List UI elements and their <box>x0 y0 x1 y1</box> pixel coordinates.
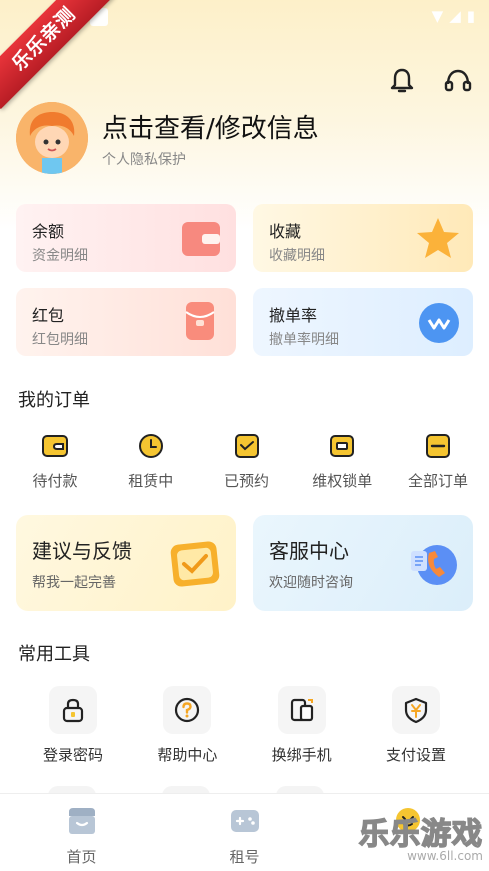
tab-rent-account[interactable]: 租号 <box>163 794 326 871</box>
orders-section-title: 我的订单 <box>18 390 90 411</box>
wifi-icon: ▼ <box>431 7 444 25</box>
order-label: 租赁中 <box>128 472 174 490</box>
signal-icon: ◢ <box>449 7 461 25</box>
profile-header[interactable]: 点击查看/修改信息 个人隐私保护 <box>16 102 319 174</box>
lock-order-icon <box>330 435 355 457</box>
red-envelope-card[interactable]: 红包 红包明细 <box>16 288 236 356</box>
tool-icon-box <box>277 686 326 734</box>
phone-call-icon <box>411 545 457 585</box>
order-label: 已预约 <box>223 472 269 490</box>
tools-row: 登录密码 帮助中心 换绑手机 支付设置 <box>16 686 473 765</box>
profile-name[interactable]: 点击查看/修改信息 <box>102 108 319 145</box>
watermark: 乐乐游戏 www.6ll.com <box>358 809 483 863</box>
tab-label: 首页 <box>66 848 97 866</box>
shop-icon <box>68 808 95 834</box>
tool-label: 换绑手机 <box>271 746 332 764</box>
star-icon <box>417 218 459 258</box>
gamepad-icon <box>230 810 259 832</box>
tool-label: 支付设置 <box>385 746 446 764</box>
order-label: 维权锁单 <box>312 472 373 490</box>
all-orders-icon <box>426 434 450 458</box>
account-cards: 余额 资金明细 收藏 收藏明细 红包 红包明细 撤单率 撤单率明细 <box>16 204 473 356</box>
order-label: 待付款 <box>32 472 78 490</box>
tool-icon-box <box>163 686 212 734</box>
tool-change-phone[interactable]: 换绑手机 <box>245 686 359 765</box>
profile-text: 点击查看/修改信息 个人隐私保护 <box>102 108 319 169</box>
tools-section-title: 常用工具 <box>18 644 90 665</box>
order-dispute-locked[interactable]: 维权锁单 <box>305 432 379 491</box>
order-label: 全部订单 <box>407 472 468 490</box>
profile-subtitle: 个人隐私保护 <box>102 151 186 168</box>
headset-icon[interactable] <box>443 66 473 96</box>
feedback-check-icon <box>170 541 220 587</box>
favorites-card[interactable]: 收藏 收藏明细 <box>253 204 473 272</box>
balance-card[interactable]: 余额 资金明细 <box>16 204 236 272</box>
customer-service-card[interactable]: 客服中心 欢迎随时咨询 <box>253 515 473 611</box>
tool-login-password[interactable]: 登录密码 <box>16 686 130 765</box>
red-envelope-icon <box>185 302 215 340</box>
avatar[interactable] <box>16 102 88 174</box>
phone-swap-icon <box>290 698 313 722</box>
bell-icon[interactable] <box>387 66 417 96</box>
tool-icon-box <box>391 686 440 734</box>
tool-label: 登录密码 <box>42 746 103 764</box>
orders-row: 待付款 租赁中 已预约 维权锁单 全部订单 <box>18 432 475 491</box>
tool-label: 帮助中心 <box>157 746 218 764</box>
order-pending-payment[interactable]: 待付款 <box>18 432 92 491</box>
top-actions <box>387 66 473 96</box>
feedback-card[interactable]: 建议与反馈 帮我一起完善 <box>16 515 236 611</box>
wave-badge-icon <box>419 303 459 343</box>
wallet-small-icon <box>42 435 68 457</box>
tool-icon-box <box>49 686 97 734</box>
watermark-main: 乐乐游戏 <box>358 816 483 853</box>
order-all[interactable]: 全部订单 <box>401 432 475 491</box>
order-reserved[interactable]: 已预约 <box>210 432 284 491</box>
shield-yen-icon <box>404 697 428 724</box>
wallet-icon <box>182 222 220 256</box>
cancel-rate-card[interactable]: 撤单率 撤单率明细 <box>253 288 473 356</box>
status-icons: ▼ ◢ ▮ <box>432 7 475 25</box>
tab-home[interactable]: 首页 <box>0 794 163 871</box>
lock-icon <box>62 698 84 723</box>
tool-help-center[interactable]: 帮助中心 <box>130 686 244 765</box>
help-icon <box>175 697 200 723</box>
check-box-icon <box>234 434 259 458</box>
battery-icon: ▮ <box>466 7 475 25</box>
clock-icon <box>138 434 163 458</box>
order-renting[interactable]: 租赁中 <box>114 432 188 491</box>
tool-payment-settings[interactable]: 支付设置 <box>359 686 473 765</box>
tab-label: 租号 <box>229 848 260 866</box>
